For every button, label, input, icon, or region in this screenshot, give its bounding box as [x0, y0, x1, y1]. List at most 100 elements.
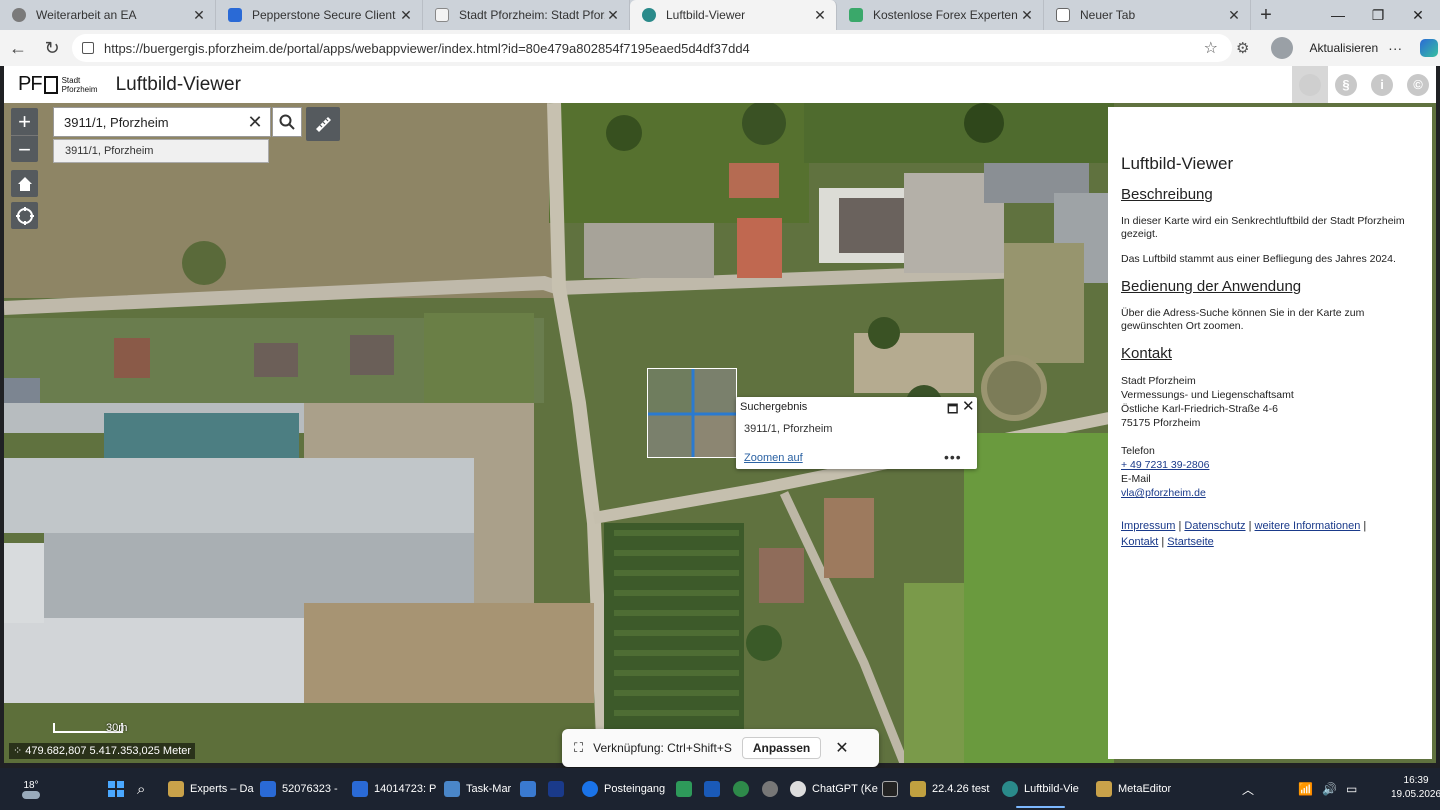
- taskbar-item-7[interactable]: Luftbild-Vie: [1002, 768, 1079, 810]
- taskbar-pinned-1[interactable]: [520, 768, 542, 810]
- kontakt-link[interactable]: Kontakt: [1121, 536, 1158, 548]
- close-icon[interactable]: ✕: [605, 7, 621, 24]
- profile-avatar[interactable]: [1271, 37, 1294, 59]
- close-icon[interactable]: ✕: [191, 7, 207, 24]
- app-icon: [733, 781, 749, 797]
- measure-button[interactable]: [306, 107, 340, 141]
- app-icon: [910, 781, 926, 797]
- minimize-icon[interactable]: —: [1320, 0, 1356, 30]
- phone-line: Telefon + 49 7231 39-2806: [1121, 444, 1418, 472]
- usage-heading: Bedienung der Anwendung: [1121, 278, 1302, 295]
- taskbar-item-5[interactable]: ChatGPT (Ke: [790, 768, 878, 810]
- search-input[interactable]: [54, 109, 244, 135]
- layer-list-widget[interactable]: [1292, 66, 1328, 103]
- taskbar-clock[interactable]: 16:39 19.05.2026: [1391, 774, 1440, 802]
- coordinate-readout[interactable]: ⁘ 479.682,807 5.417.353,025 Meter: [9, 743, 196, 759]
- taskbar-item-label: 14014723: P: [374, 783, 437, 795]
- toast-close-icon[interactable]: ✕: [835, 738, 848, 758]
- zoom-in-button[interactable]: +: [11, 108, 38, 135]
- tab-1[interactable]: Pepperstone Secure Client ✕: [216, 0, 423, 30]
- new-tab-button[interactable]: +: [1251, 0, 1281, 30]
- copyright-widget[interactable]: ©: [1400, 66, 1436, 103]
- more-actions-icon[interactable]: •••: [944, 449, 962, 465]
- locate-button[interactable]: [11, 202, 38, 229]
- taskbar-item-1[interactable]: 52076323 -: [260, 768, 338, 810]
- taskbar-item-6[interactable]: 22.4.26 test: [910, 768, 990, 810]
- search-result-popup: Suchergebnis 🗖 ✕ 3911/1, Pforzheim Zoome…: [736, 397, 977, 469]
- tab-2[interactable]: Stadt Pforzheim: Stadt Pforzheim ✕: [423, 0, 630, 30]
- taskbar-pinned-2[interactable]: [548, 768, 570, 810]
- taskbar-item-2[interactable]: 14014723: P: [352, 768, 436, 810]
- close-icon[interactable]: ✕: [812, 7, 828, 24]
- legal-widget[interactable]: §: [1328, 66, 1364, 103]
- logo-subtitle: Stadt Pforzheim: [62, 76, 106, 94]
- zoom-control: + −: [11, 108, 38, 162]
- tray-network-icon[interactable]: 📶: [1298, 768, 1313, 810]
- close-icon[interactable]: ✕: [1019, 7, 1035, 24]
- description-heading: Beschreibung: [1121, 186, 1213, 203]
- email-link[interactable]: vla@pforzheim.de: [1121, 487, 1206, 499]
- taskbar-pinned-3[interactable]: [676, 768, 698, 810]
- tab-title: Neuer Tab: [1080, 8, 1136, 22]
- customize-button[interactable]: Anpassen: [741, 737, 822, 759]
- taskbar-search-icon[interactable]: ⌕: [137, 768, 145, 810]
- phone-label: Telefon: [1121, 445, 1155, 457]
- zoom-out-button[interactable]: −: [11, 135, 38, 162]
- taskbar-pinned-6[interactable]: [762, 768, 784, 810]
- reload-icon[interactable]: ↻: [36, 32, 68, 64]
- home-button[interactable]: [11, 170, 38, 197]
- clear-search-icon[interactable]: ✕: [244, 112, 266, 133]
- tray-chevron-icon[interactable]: ︿: [1242, 768, 1254, 810]
- search-box: ✕: [53, 107, 271, 137]
- copilot-icon[interactable]: [1420, 39, 1439, 57]
- close-icon[interactable]: ✕: [398, 7, 414, 24]
- taskbar-item-8[interactable]: MetaEditor: [1096, 768, 1171, 810]
- taskbar-item-4[interactable]: Posteingang: [582, 768, 665, 810]
- close-icon[interactable]: ✕: [1226, 7, 1242, 24]
- back-icon[interactable]: ←: [2, 32, 34, 64]
- update-button[interactable]: Aktualisieren: [1301, 37, 1386, 59]
- start-button[interactable]: [108, 768, 124, 810]
- taskbar-pinned-5[interactable]: [733, 768, 755, 810]
- tab-4[interactable]: Kostenlose Forex Experten für den ✕: [837, 0, 1044, 30]
- contact-details: Telefon + 49 7231 39-2806 E-Mail vla@pfo…: [1121, 444, 1418, 500]
- extensions-icon[interactable]: ⚙: [1236, 39, 1249, 57]
- description-text-2: Das Luftbild stammt aus einer Befliegung…: [1121, 253, 1396, 265]
- taskbar-item-label: MetaEditor: [1118, 783, 1172, 795]
- tab-title: Kostenlose Forex Experten für den: [873, 8, 1019, 22]
- taskbar-pinned-4[interactable]: [704, 768, 726, 810]
- taskbar-item-3[interactable]: Task-Mar: [444, 768, 511, 810]
- more-info-link[interactable]: weitere Informationen: [1255, 520, 1361, 532]
- taskbar-item-0[interactable]: Experts – Da: [168, 768, 254, 810]
- window-close-icon[interactable]: ✕: [1400, 0, 1436, 30]
- favorite-star-icon[interactable]: ☆: [1204, 38, 1218, 58]
- info-widget[interactable]: i: [1364, 66, 1400, 103]
- restore-icon[interactable]: ❐: [1360, 0, 1396, 30]
- startseite-link[interactable]: Startseite: [1167, 536, 1213, 548]
- locate-icon: [15, 206, 34, 225]
- menu-more-icon[interactable]: ···: [1388, 40, 1402, 56]
- phone-link[interactable]: + 49 7231 39-2806: [1121, 459, 1209, 471]
- tab-3[interactable]: Luftbild-Viewer ✕: [630, 0, 837, 30]
- search-button[interactable]: [272, 107, 302, 137]
- tab-favicon-icon: [228, 8, 242, 22]
- tab-0[interactable]: Weiterarbeit an EA ✕: [0, 0, 216, 30]
- datenschutz-link[interactable]: Datenschutz: [1184, 520, 1245, 532]
- app-icon: [1002, 781, 1018, 797]
- maximize-icon[interactable]: 🗖: [947, 400, 958, 421]
- app-icon: [352, 781, 368, 797]
- impressum-link[interactable]: Impressum: [1121, 520, 1175, 532]
- paragraph-icon: §: [1335, 73, 1357, 96]
- weather-widget[interactable]: 18°: [22, 768, 40, 810]
- tray-battery-icon[interactable]: ▭: [1346, 768, 1357, 810]
- tray-volume-icon[interactable]: 🔊: [1322, 768, 1337, 810]
- zoom-to-link[interactable]: Zoomen auf: [744, 452, 803, 464]
- search-suggestion[interactable]: 3911/1, Pforzheim: [53, 139, 269, 163]
- address-bar[interactable]: https://buergergis.pforzheim.de/portal/a…: [72, 34, 1232, 62]
- map-view[interactable]: + − ✕ 3911/1, Pforzheim Suchergebnis 🗖 ✕…: [4, 103, 1436, 763]
- taskbar-pinned-7[interactable]: [882, 768, 904, 810]
- weather-temp: 18°: [23, 779, 39, 791]
- tab-5[interactable]: Neuer Tab ✕: [1044, 0, 1251, 30]
- popup-close-icon[interactable]: ✕: [962, 397, 975, 415]
- contact-line: Östliche Karl-Friedrich-Straße 4-6: [1121, 403, 1278, 415]
